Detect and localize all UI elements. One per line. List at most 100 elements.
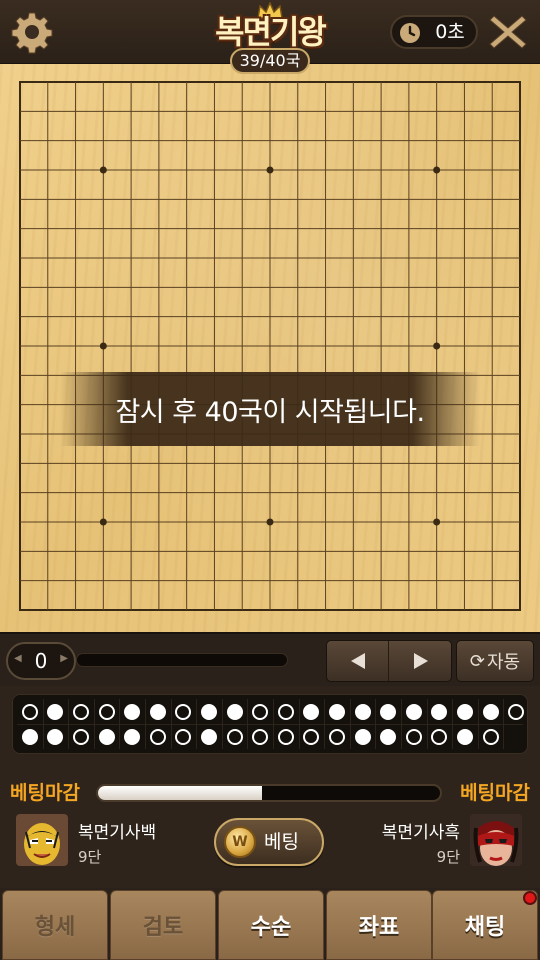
history-stone-white (47, 703, 64, 720)
round-badge: 39/40국 (230, 48, 310, 74)
betting-progress-fill (98, 786, 263, 800)
auto-play-button[interactable]: ⟳ 자동 (456, 640, 534, 682)
clock-icon (400, 23, 420, 43)
player-black-rank: 9단 (436, 848, 460, 866)
header-bar: 복면기왕 39/40국 0초 (0, 0, 540, 74)
player-white[interactable]: 복면기사백 9단 (0, 814, 200, 872)
history-stone-white (354, 728, 371, 745)
game-title: 복면기왕 (215, 13, 327, 51)
history-stone-empty (226, 728, 243, 745)
board-grid[interactable] (0, 64, 540, 632)
history-stone-white (431, 703, 448, 720)
betting-closed-left: 베팅마감 (10, 782, 80, 804)
betting-closed-right: 베팅마감 (460, 782, 530, 804)
triangle-right-icon (414, 653, 428, 669)
masked-player-avatar (470, 814, 522, 866)
auto-label: 자동 (486, 652, 521, 673)
bottom-tab-bar: 형세 검토 수순 좌표 채팅 (0, 888, 540, 960)
triangle-left-icon (350, 653, 365, 669)
tab-moves-label: 수순 (250, 915, 292, 940)
history-row-divider (17, 724, 523, 725)
bet-button-label: 베팅 (264, 831, 299, 853)
betting-row: 베팅마감 베팅마감 (0, 780, 540, 806)
history-stone-white (201, 703, 217, 720)
history-stone-white (149, 703, 166, 720)
tab-situation-label: 형세 (34, 915, 76, 940)
star-point (433, 342, 441, 350)
history-stone-empty (405, 728, 422, 745)
star-point (99, 166, 107, 174)
gear-icon[interactable] (10, 10, 54, 54)
coin-icon: W (224, 826, 256, 858)
player-white-rank: 9단 (78, 848, 102, 866)
notice-text: 잠시 후 40국이 시작됩니다. (115, 396, 425, 428)
game-screen: 복면기왕 39/40국 0초 잠시 후 40국이 시작됩니다. ◀ 0 ▶ ⟳ … (0, 0, 540, 960)
betting-progress-bar (96, 784, 442, 802)
star-point (433, 166, 441, 174)
history-stone-empty (98, 703, 115, 720)
history-stone-white (47, 728, 64, 745)
tab-situation[interactable]: 형세 (2, 890, 108, 960)
move-slider[interactable] (76, 653, 288, 667)
history-stone-white (329, 703, 345, 720)
tab-review[interactable]: 검토 (110, 890, 216, 960)
refresh-icon: ⟳ (469, 650, 485, 672)
history-stone-white (201, 728, 217, 745)
move-navigation (326, 640, 452, 682)
go-board[interactable]: 잠시 후 40국이 시작됩니다. (0, 64, 540, 632)
history-stone-white (405, 703, 422, 720)
tab-chat-label: 채팅 (464, 915, 506, 940)
history-stone-empty (303, 728, 320, 745)
star-point (266, 166, 274, 174)
history-stone-white (98, 728, 115, 745)
masked-player-avatar (16, 814, 68, 866)
history-stone-empty (175, 703, 192, 720)
tab-review-label: 검토 (142, 915, 184, 940)
history-stone-white (21, 728, 38, 745)
move-counter[interactable]: ◀ 0 ▶ (6, 642, 76, 680)
bet-button[interactable]: W 베팅 (214, 818, 324, 866)
prev-move-button[interactable] (327, 641, 389, 681)
history-stone-empty (329, 728, 345, 745)
star-point (433, 518, 441, 526)
history-stone-white (380, 728, 397, 745)
history-stone-white (380, 703, 397, 720)
history-stone-empty (73, 703, 89, 720)
game-notice: 잠시 후 40국이 시작됩니다. (60, 372, 480, 446)
history-stone-white (457, 728, 473, 745)
star-point (266, 518, 274, 526)
timer-display: 0초 (390, 15, 478, 49)
history-stone-white (457, 703, 473, 720)
star-point (99, 342, 107, 350)
history-stone-white (482, 703, 499, 720)
history-stone-white (303, 703, 320, 720)
avatar-white[interactable] (16, 814, 68, 866)
history-stone-white (124, 703, 141, 720)
tab-moves[interactable]: 수순 (218, 890, 324, 960)
history-stone-empty (149, 728, 166, 745)
history-stone-empty (21, 703, 38, 720)
game-history-grid (12, 694, 528, 754)
history-stone-empty (508, 703, 525, 720)
player-white-name: 복면기사백 (78, 823, 157, 843)
history-stone-empty (252, 703, 269, 720)
close-icon[interactable] (484, 8, 532, 56)
history-stone-empty (252, 728, 269, 745)
avatar-black[interactable] (470, 814, 522, 866)
notification-dot (523, 891, 537, 905)
timer-text: 0초 (435, 21, 465, 43)
history-stone-white (226, 703, 243, 720)
history-stone-empty (482, 728, 499, 745)
tab-chat[interactable]: 채팅 (432, 890, 538, 960)
history-stone-empty (175, 728, 192, 745)
history-stone-white (124, 728, 141, 745)
star-point (99, 518, 107, 526)
tab-coordinates[interactable]: 좌표 (326, 890, 432, 960)
history-stone-empty (277, 728, 294, 745)
increment-arrow-icon[interactable]: ▶ (60, 653, 68, 664)
history-stone-empty (277, 703, 294, 720)
player-black[interactable]: 복면기사흑 9단 (340, 814, 540, 872)
history-stone-empty (431, 728, 448, 745)
game-logo: 복면기왕 39/40국 (198, 2, 342, 76)
next-move-button[interactable] (390, 641, 452, 681)
